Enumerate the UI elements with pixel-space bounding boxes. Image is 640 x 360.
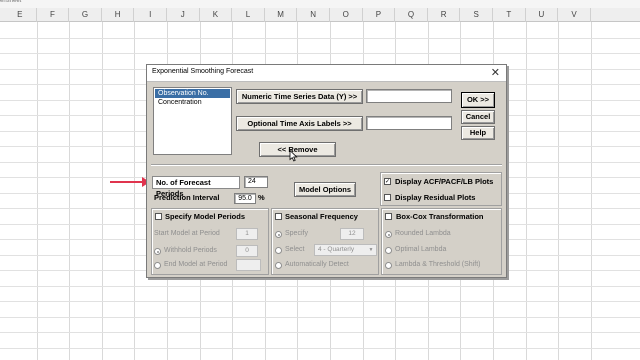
specify-text: Specify	[285, 230, 308, 237]
close-icon[interactable]: ✕	[491, 66, 500, 79]
model-options-button[interactable]: Model Options	[294, 182, 356, 197]
end-model-label: End Model at Period	[164, 261, 228, 268]
gridline-horizontal	[0, 316, 640, 318]
specify-model-periods-checkbox[interactable]	[155, 213, 162, 220]
column-header-e[interactable]: E	[4, 8, 37, 22]
boxcox-label: Box-Cox Transformation	[396, 212, 484, 221]
select-radio[interactable]	[275, 247, 282, 254]
column-header-o[interactable]: O	[330, 8, 363, 22]
gridline-horizontal	[0, 53, 640, 54]
specify-radio[interactable]	[275, 231, 282, 238]
exponential-smoothing-dialog: Exponential Smoothing Forecast ✕ Observa…	[146, 64, 507, 278]
forecast-periods-input[interactable]: 24	[244, 176, 268, 188]
gridline-vertical	[525, 22, 527, 360]
column-header-row: EFGHIJKLMNOPQRSTUV	[0, 8, 640, 22]
separator	[151, 164, 502, 166]
auto-detect-radio[interactable]	[275, 262, 282, 269]
axis-labels-field[interactable]	[366, 116, 452, 130]
column-header-h[interactable]: H	[102, 8, 135, 22]
column-header-l[interactable]: L	[232, 8, 265, 22]
start-model-label: Start Model at Period	[154, 230, 220, 237]
gridline-vertical	[558, 22, 560, 360]
numeric-series-button[interactable]: Numeric Time Series Data (Y) >>	[236, 89, 363, 104]
optimal-lambda-radio[interactable]	[385, 247, 392, 254]
withhold-radio[interactable]	[154, 248, 161, 255]
column-header-t[interactable]: T	[493, 8, 526, 22]
chevron-down-icon[interactable]: ▼	[367, 246, 375, 254]
boxcox-checkbox[interactable]	[385, 213, 392, 220]
select-combo[interactable]: 4 - Quarterly ▼	[314, 244, 377, 256]
display-acf-label: Display ACF/PACF/LB Plots	[395, 177, 494, 186]
start-model-input[interactable]: 1	[236, 228, 258, 240]
seasonal-frequency-checkbox[interactable]	[275, 213, 282, 220]
seasonal-frequency-label: Seasonal Frequency	[285, 212, 358, 221]
gridline-horizontal	[0, 347, 640, 349]
auto-detect-label: Automatically Detect	[285, 261, 349, 268]
dialog-titlebar: Exponential Smoothing Forecast ✕	[147, 65, 506, 82]
list-item-concentration[interactable]: Concentration	[155, 98, 230, 107]
gridline-horizontal	[0, 332, 640, 333]
display-residual-checkbox[interactable]	[384, 194, 391, 201]
forecast-periods-label: No. of Forecast Periods	[152, 176, 240, 198]
mouse-pointer-icon	[289, 150, 298, 162]
gridline-vertical	[134, 22, 136, 360]
gridline-horizontal	[0, 37, 640, 39]
axis-labels-button[interactable]: Optional Time Axis Labels >>	[236, 116, 363, 131]
ok-button[interactable]: OK >>	[461, 92, 495, 108]
rounded-lambda-label: Rounded Lambda	[395, 230, 451, 237]
select-combo-value: 4 - Quarterly	[318, 246, 355, 253]
column-header-u[interactable]: U	[526, 8, 559, 22]
column-header-f[interactable]: F	[37, 8, 70, 22]
prediction-interval-unit: %	[258, 193, 265, 202]
column-header-r[interactable]: R	[428, 8, 461, 22]
withhold-label: Withhold Periods	[164, 247, 217, 254]
list-item-observation-no[interactable]: Observation No.	[155, 89, 230, 98]
end-model-input[interactable]	[236, 259, 261, 271]
select-label: Select	[285, 246, 305, 253]
column-header-q[interactable]: Q	[395, 8, 428, 22]
annotation-arrow-icon	[110, 181, 146, 183]
column-header-i[interactable]: I	[134, 8, 167, 22]
ribbon-strip: ensheet	[0, 0, 640, 8]
lambda-threshold-radio[interactable]	[385, 262, 392, 269]
column-header-g[interactable]: G	[69, 8, 102, 22]
column-header-s[interactable]: S	[460, 8, 493, 22]
dialog-title: Exponential Smoothing Forecast	[152, 68, 254, 75]
prediction-interval-label: Prediction Interval	[154, 193, 220, 202]
optimal-lambda-label: Optimal Lambda	[395, 246, 447, 253]
rounded-lambda-radio[interactable]	[385, 231, 392, 238]
gridline-vertical	[590, 22, 592, 360]
withhold-input[interactable]: 0	[236, 245, 258, 257]
cancel-button[interactable]: Cancel	[461, 110, 495, 124]
display-acf-checkbox[interactable]: ✓	[384, 178, 391, 185]
column-header-p[interactable]: P	[363, 8, 396, 22]
specify-input[interactable]: 12	[340, 228, 364, 240]
column-header-k[interactable]: K	[200, 8, 233, 22]
gridline-horizontal	[0, 285, 640, 287]
gridline-horizontal	[0, 301, 640, 302]
lambda-threshold-label: Lambda & Threshold (Shift)	[395, 261, 481, 268]
prediction-interval-input[interactable]: 95.0	[234, 193, 256, 204]
column-header-n[interactable]: N	[297, 8, 330, 22]
column-header-j[interactable]: J	[167, 8, 200, 22]
end-model-radio[interactable]	[154, 262, 161, 269]
column-header-v[interactable]: V	[558, 8, 591, 22]
gridline-vertical	[69, 22, 71, 360]
column-header-m[interactable]: M	[265, 8, 298, 22]
ribbon-strip-text: ensheet	[0, 0, 22, 4]
variable-list[interactable]: Observation No. Concentration	[153, 87, 232, 155]
gridline-vertical	[36, 22, 38, 360]
help-button[interactable]: Help	[461, 126, 495, 140]
specify-model-periods-label: Specify Model Periods	[165, 212, 246, 221]
display-residual-label: Display Residual Plots	[395, 193, 476, 202]
numeric-series-field[interactable]	[366, 89, 452, 103]
gridline-vertical	[101, 22, 103, 360]
